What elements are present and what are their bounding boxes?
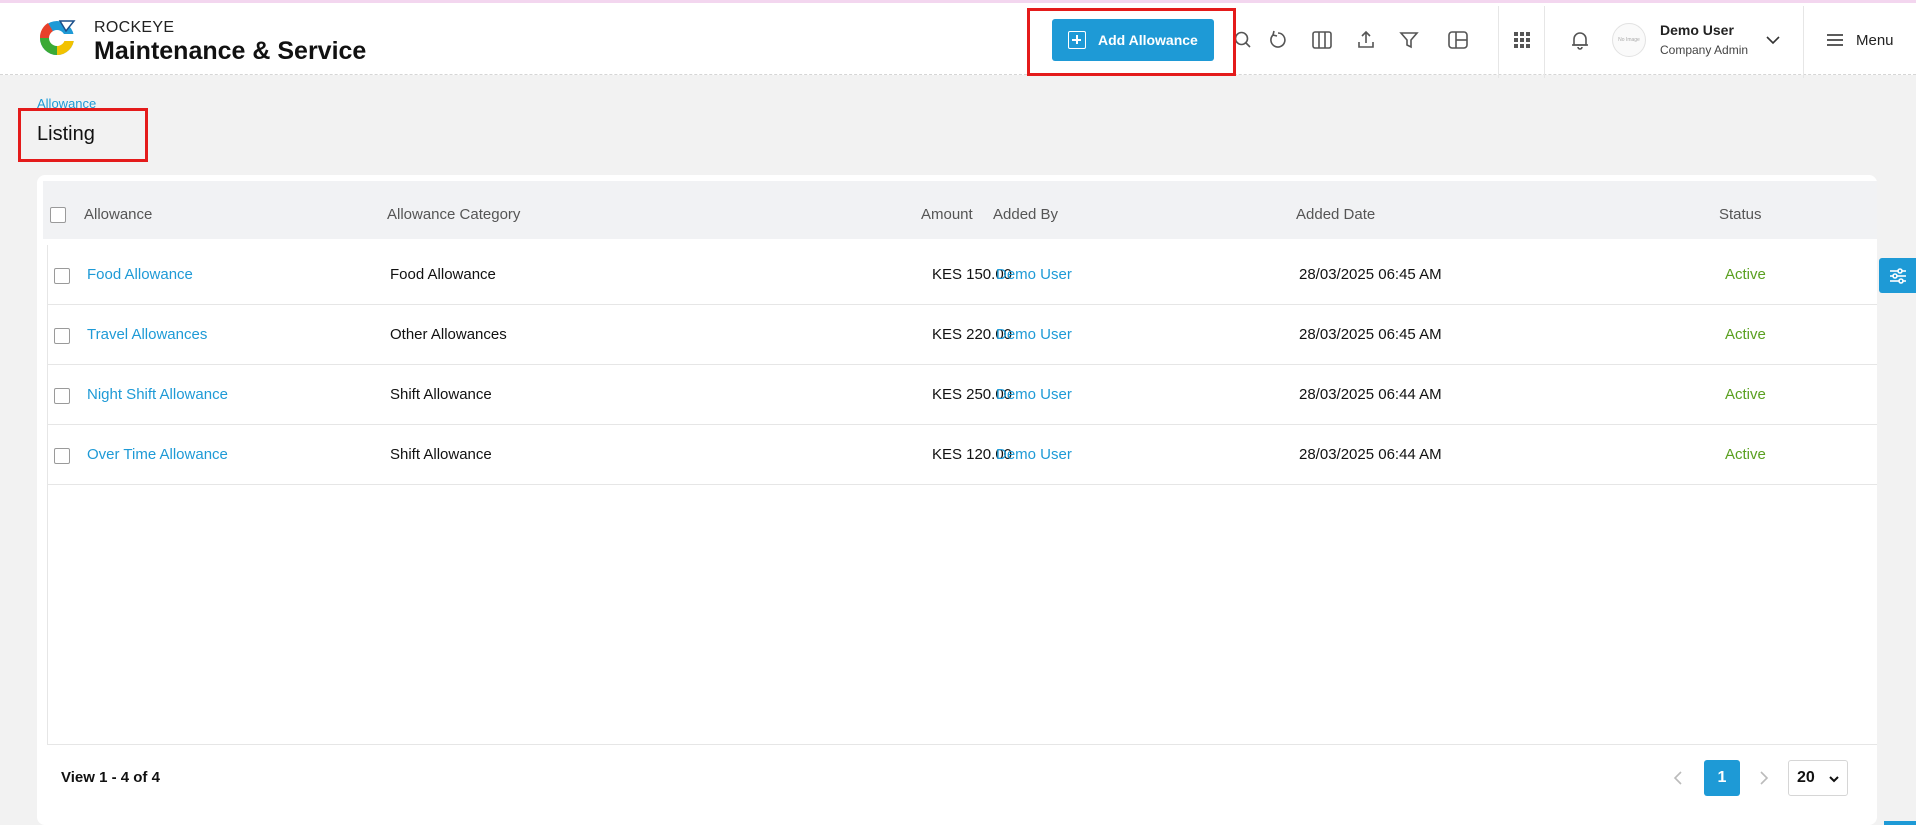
per-page-select[interactable]: 20	[1788, 760, 1848, 796]
header-divider	[1803, 6, 1804, 78]
bell-icon[interactable]	[1569, 29, 1591, 51]
allowance-link[interactable]: Travel Allowances	[87, 326, 207, 343]
row-checkbox[interactable]	[54, 268, 70, 284]
user-name[interactable]: Demo User	[1660, 22, 1734, 38]
allowance-link[interactable]: Night Shift Allowance	[87, 386, 228, 403]
corner-accent	[1884, 821, 1916, 825]
hamburger-icon	[1827, 34, 1843, 46]
refresh-icon[interactable]	[1267, 29, 1289, 51]
rockeye-logo	[36, 17, 78, 59]
status-badge: Active	[1725, 266, 1766, 283]
column-header-status[interactable]: Status	[1719, 206, 1762, 223]
added-by-link[interactable]: Demo User	[996, 446, 1072, 463]
columns-icon[interactable]	[1311, 29, 1333, 51]
allowance-link[interactable]: Food Allowance	[87, 266, 193, 283]
chevron-left-icon[interactable]	[1670, 768, 1686, 788]
table-row: Night Shift Allowance Shift Allowance KE…	[47, 365, 1877, 425]
category-cell: Shift Allowance	[390, 386, 492, 403]
status-badge: Active	[1725, 326, 1766, 343]
category-cell: Other Allowances	[390, 326, 507, 343]
amount-cell: KES 150.00	[931, 266, 1012, 283]
column-header-amount[interactable]: Amount	[921, 206, 973, 223]
app-header: ROCKEYE Maintenance & Service Add Allowa…	[0, 3, 1916, 78]
chevron-down-icon	[1829, 776, 1839, 783]
row-checkbox[interactable]	[54, 328, 70, 344]
highlight-box-listing	[18, 108, 148, 162]
table-row: Food Allowance Food Allowance KES 150.00…	[47, 245, 1877, 305]
pagination-summary: View 1 - 4 of 4	[61, 769, 160, 786]
select-all-checkbox[interactable]	[50, 207, 66, 223]
amount-cell: KES 220.00	[931, 326, 1012, 343]
menu-button[interactable]: Menu	[1824, 27, 1894, 53]
column-header-added-by[interactable]: Added By	[993, 206, 1058, 223]
added-date-cell: 28/03/2025 06:44 AM	[1299, 446, 1442, 463]
listing-card: Allowance Allowance Category Amount Adde…	[37, 175, 1877, 825]
page-button-current[interactable]: 1	[1704, 760, 1740, 796]
added-by-link[interactable]: Demo User	[996, 326, 1072, 343]
settings-sliders-icon[interactable]	[1879, 258, 1916, 293]
amount-cell: KES 120.00	[931, 446, 1012, 463]
category-cell: Food Allowance	[390, 266, 496, 283]
layout-icon[interactable]	[1447, 29, 1469, 51]
column-header-category[interactable]: Allowance Category	[387, 206, 520, 223]
menu-label: Menu	[1856, 31, 1894, 49]
column-header-allowance[interactable]: Allowance	[84, 206, 152, 223]
status-badge: Active	[1725, 386, 1766, 403]
row-checkbox[interactable]	[54, 388, 70, 404]
chevron-right-icon[interactable]	[1756, 768, 1772, 788]
category-cell: Shift Allowance	[390, 446, 492, 463]
added-by-link[interactable]: Demo User	[996, 386, 1072, 403]
table-row: Over Time Allowance Shift Allowance KES …	[47, 425, 1877, 485]
table-header: Allowance Allowance Category Amount Adde…	[43, 181, 1877, 239]
added-date-cell: 28/03/2025 06:45 AM	[1299, 266, 1442, 283]
header-divider	[1544, 6, 1545, 78]
header-divider	[1498, 6, 1499, 78]
column-header-added-date[interactable]: Added Date	[1296, 206, 1375, 223]
amount-cell: KES 250.00	[931, 386, 1012, 403]
user-role: Company Admin	[1660, 43, 1749, 57]
export-icon[interactable]	[1355, 29, 1377, 51]
allowance-link[interactable]: Over Time Allowance	[87, 446, 228, 463]
added-by-link[interactable]: Demo User	[996, 266, 1072, 283]
table-row: Travel Allowances Other Allowances KES 2…	[47, 305, 1877, 365]
app-title: Maintenance & Service	[94, 37, 367, 65]
added-date-cell: 28/03/2025 06:45 AM	[1299, 326, 1442, 343]
user-avatar[interactable]: No Image	[1612, 23, 1646, 57]
apps-grid-icon[interactable]	[1511, 29, 1533, 51]
brand-name: ROCKEYE	[94, 19, 175, 36]
per-page-value: 20	[1797, 769, 1815, 786]
added-date-cell: 28/03/2025 06:44 AM	[1299, 386, 1442, 403]
status-badge: Active	[1725, 446, 1766, 463]
filter-icon[interactable]	[1398, 29, 1420, 51]
chevron-down-icon[interactable]	[1764, 31, 1782, 49]
row-checkbox[interactable]	[54, 448, 70, 464]
highlight-box-add-allowance	[1027, 8, 1236, 76]
